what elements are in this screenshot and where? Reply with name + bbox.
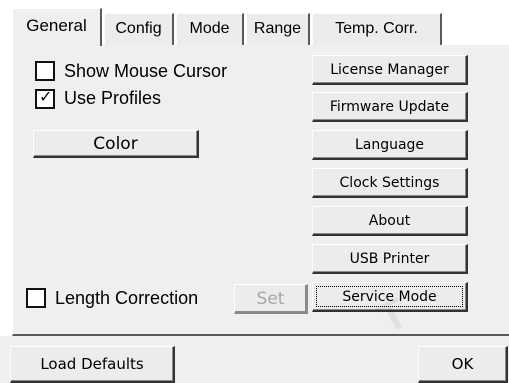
set-button[interactable]: Set (234, 284, 308, 314)
tab-config[interactable]: Config (104, 13, 174, 45)
firmware-update-button[interactable]: Firmware Update (312, 92, 468, 122)
length-correction-checkbox[interactable] (26, 288, 46, 308)
ok-button[interactable]: OK (418, 346, 508, 383)
tab-range[interactable]: Range (246, 13, 310, 45)
tab-mode[interactable]: Mode (176, 13, 244, 45)
checkmark-icon: ✓ (39, 89, 53, 106)
about-button[interactable]: About (312, 206, 468, 236)
license-manager-button[interactable]: License Manager (312, 55, 468, 85)
tab-temp-corr[interactable]: Temp. Corr. (312, 13, 442, 45)
usb-printer-button[interactable]: USB Printer (312, 244, 468, 274)
language-button[interactable]: Language (312, 130, 468, 160)
show-mouse-cursor-label: Show Mouse Cursor (64, 61, 228, 81)
show-mouse-cursor-checkbox[interactable] (35, 61, 55, 81)
color-button[interactable]: Color (33, 130, 199, 158)
load-defaults-button[interactable]: Load Defaults (10, 346, 175, 383)
length-correction-label: Length Correction (55, 288, 199, 308)
use-profiles-checkbox[interactable]: ✓ (35, 89, 55, 109)
focus-rectangle (316, 286, 463, 307)
tab-general[interactable]: General (12, 8, 102, 46)
service-mode-button[interactable]: Service Mode (312, 282, 468, 312)
clock-settings-button[interactable]: Clock Settings (312, 168, 468, 198)
use-profiles-label: Use Profiles (64, 88, 162, 108)
